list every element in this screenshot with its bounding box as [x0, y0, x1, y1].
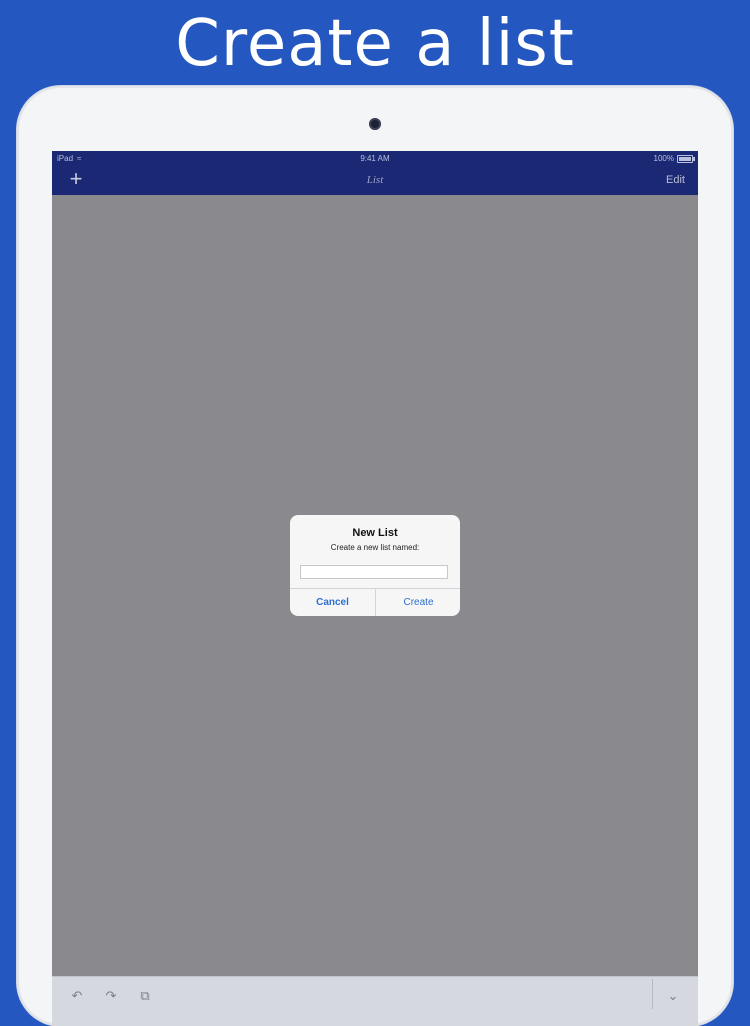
nav-title: List [366, 174, 384, 186]
undo-icon[interactable]: ↶ [68, 987, 86, 1005]
list-name-input[interactable] [300, 565, 448, 579]
cancel-button[interactable]: Cancel [290, 589, 375, 616]
status-bar: iPad ≈ 9:41 AM 100% [52, 151, 698, 166]
app-screen: iPad ≈ 9:41 AM 100% + List Edit New List … [52, 151, 698, 1026]
status-time: 9:41 AM [360, 154, 390, 163]
battery-icon [677, 154, 695, 163]
copy-icon[interactable]: ⧉ [136, 987, 154, 1005]
redo-icon[interactable]: ↷ [102, 987, 120, 1005]
new-list-dialog: New List Create a new list named: Cancel… [290, 515, 460, 616]
promo-headline: Create a list [175, 7, 575, 81]
add-list-button[interactable]: + [64, 167, 88, 191]
create-button[interactable]: Create [376, 589, 460, 616]
nav-bar: + List Edit [52, 166, 698, 195]
edit-button[interactable]: Edit [666, 166, 685, 195]
dialog-message: Create a new list named: [330, 543, 420, 552]
dialog-title: New List [352, 527, 398, 539]
battery-percent: 100% [653, 154, 674, 163]
chevron-down-icon[interactable]: ⌄ [664, 987, 682, 1005]
camera-icon [369, 118, 381, 130]
ipad-device-frame: iPad ≈ 9:41 AM 100% + List Edit New List … [17, 86, 733, 1026]
toolbar-divider [652, 979, 653, 1009]
status-right: 100% [653, 151, 695, 166]
bottom-toolbar: ↶ ↷ ⧉ ⌄ [52, 976, 698, 1026]
